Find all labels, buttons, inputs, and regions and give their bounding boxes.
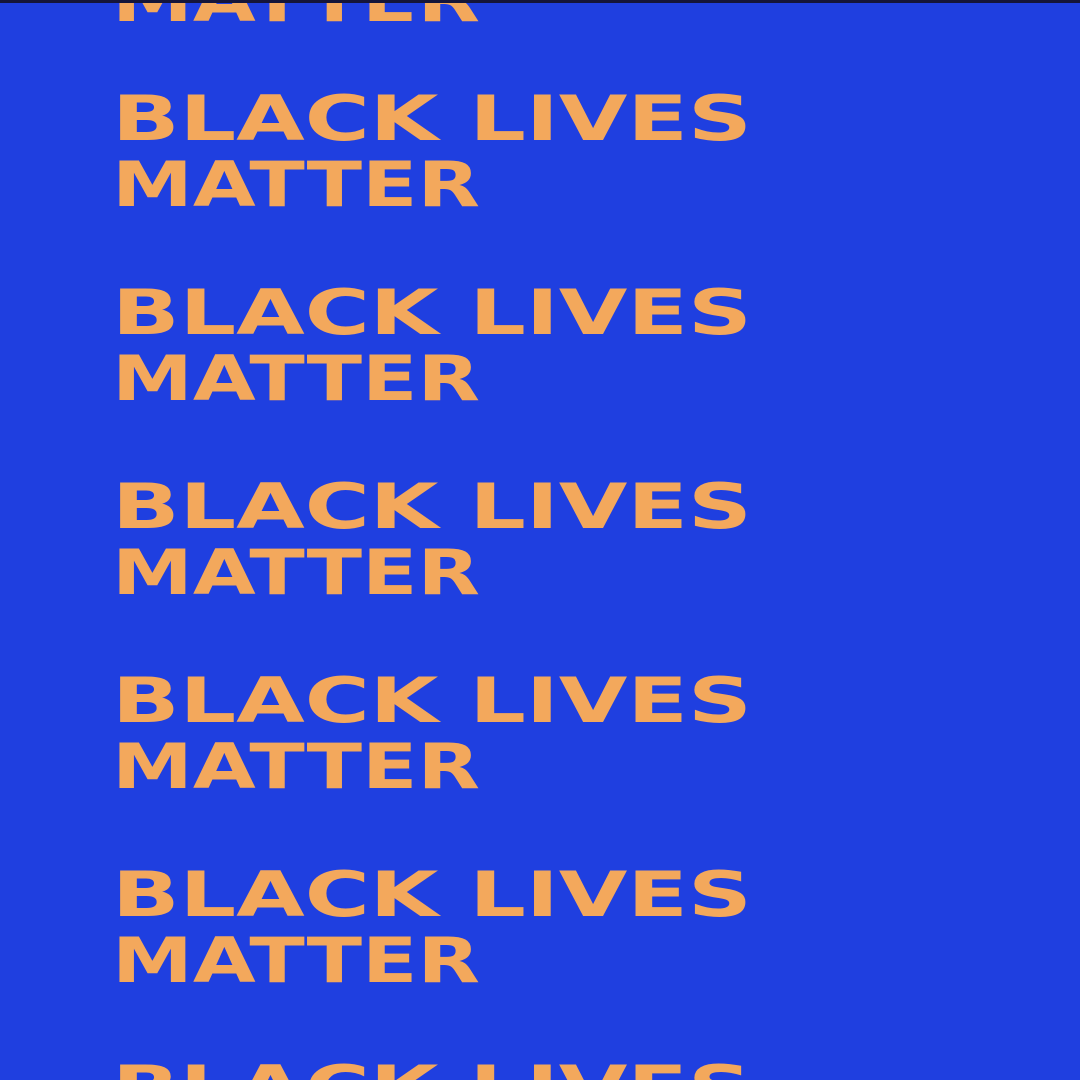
poster: MATTER BLACK LIVES MATTER BLACK LIVES MA… (0, 0, 1080, 1080)
slogan-line: BLACK LIVES (112, 1050, 752, 1080)
slogan-line: MATTER (112, 0, 480, 39)
slogan-line: MATTER (112, 342, 481, 415)
slogan-line: MATTER (112, 148, 481, 221)
top-edge-divider (0, 0, 1080, 3)
slogan-line: MATTER (112, 730, 481, 803)
repeated-slogan-column: MATTER BLACK LIVES MATTER BLACK LIVES MA… (112, 0, 972, 1080)
slogan-line: MATTER (112, 536, 481, 609)
slogan-line: MATTER (112, 924, 481, 997)
